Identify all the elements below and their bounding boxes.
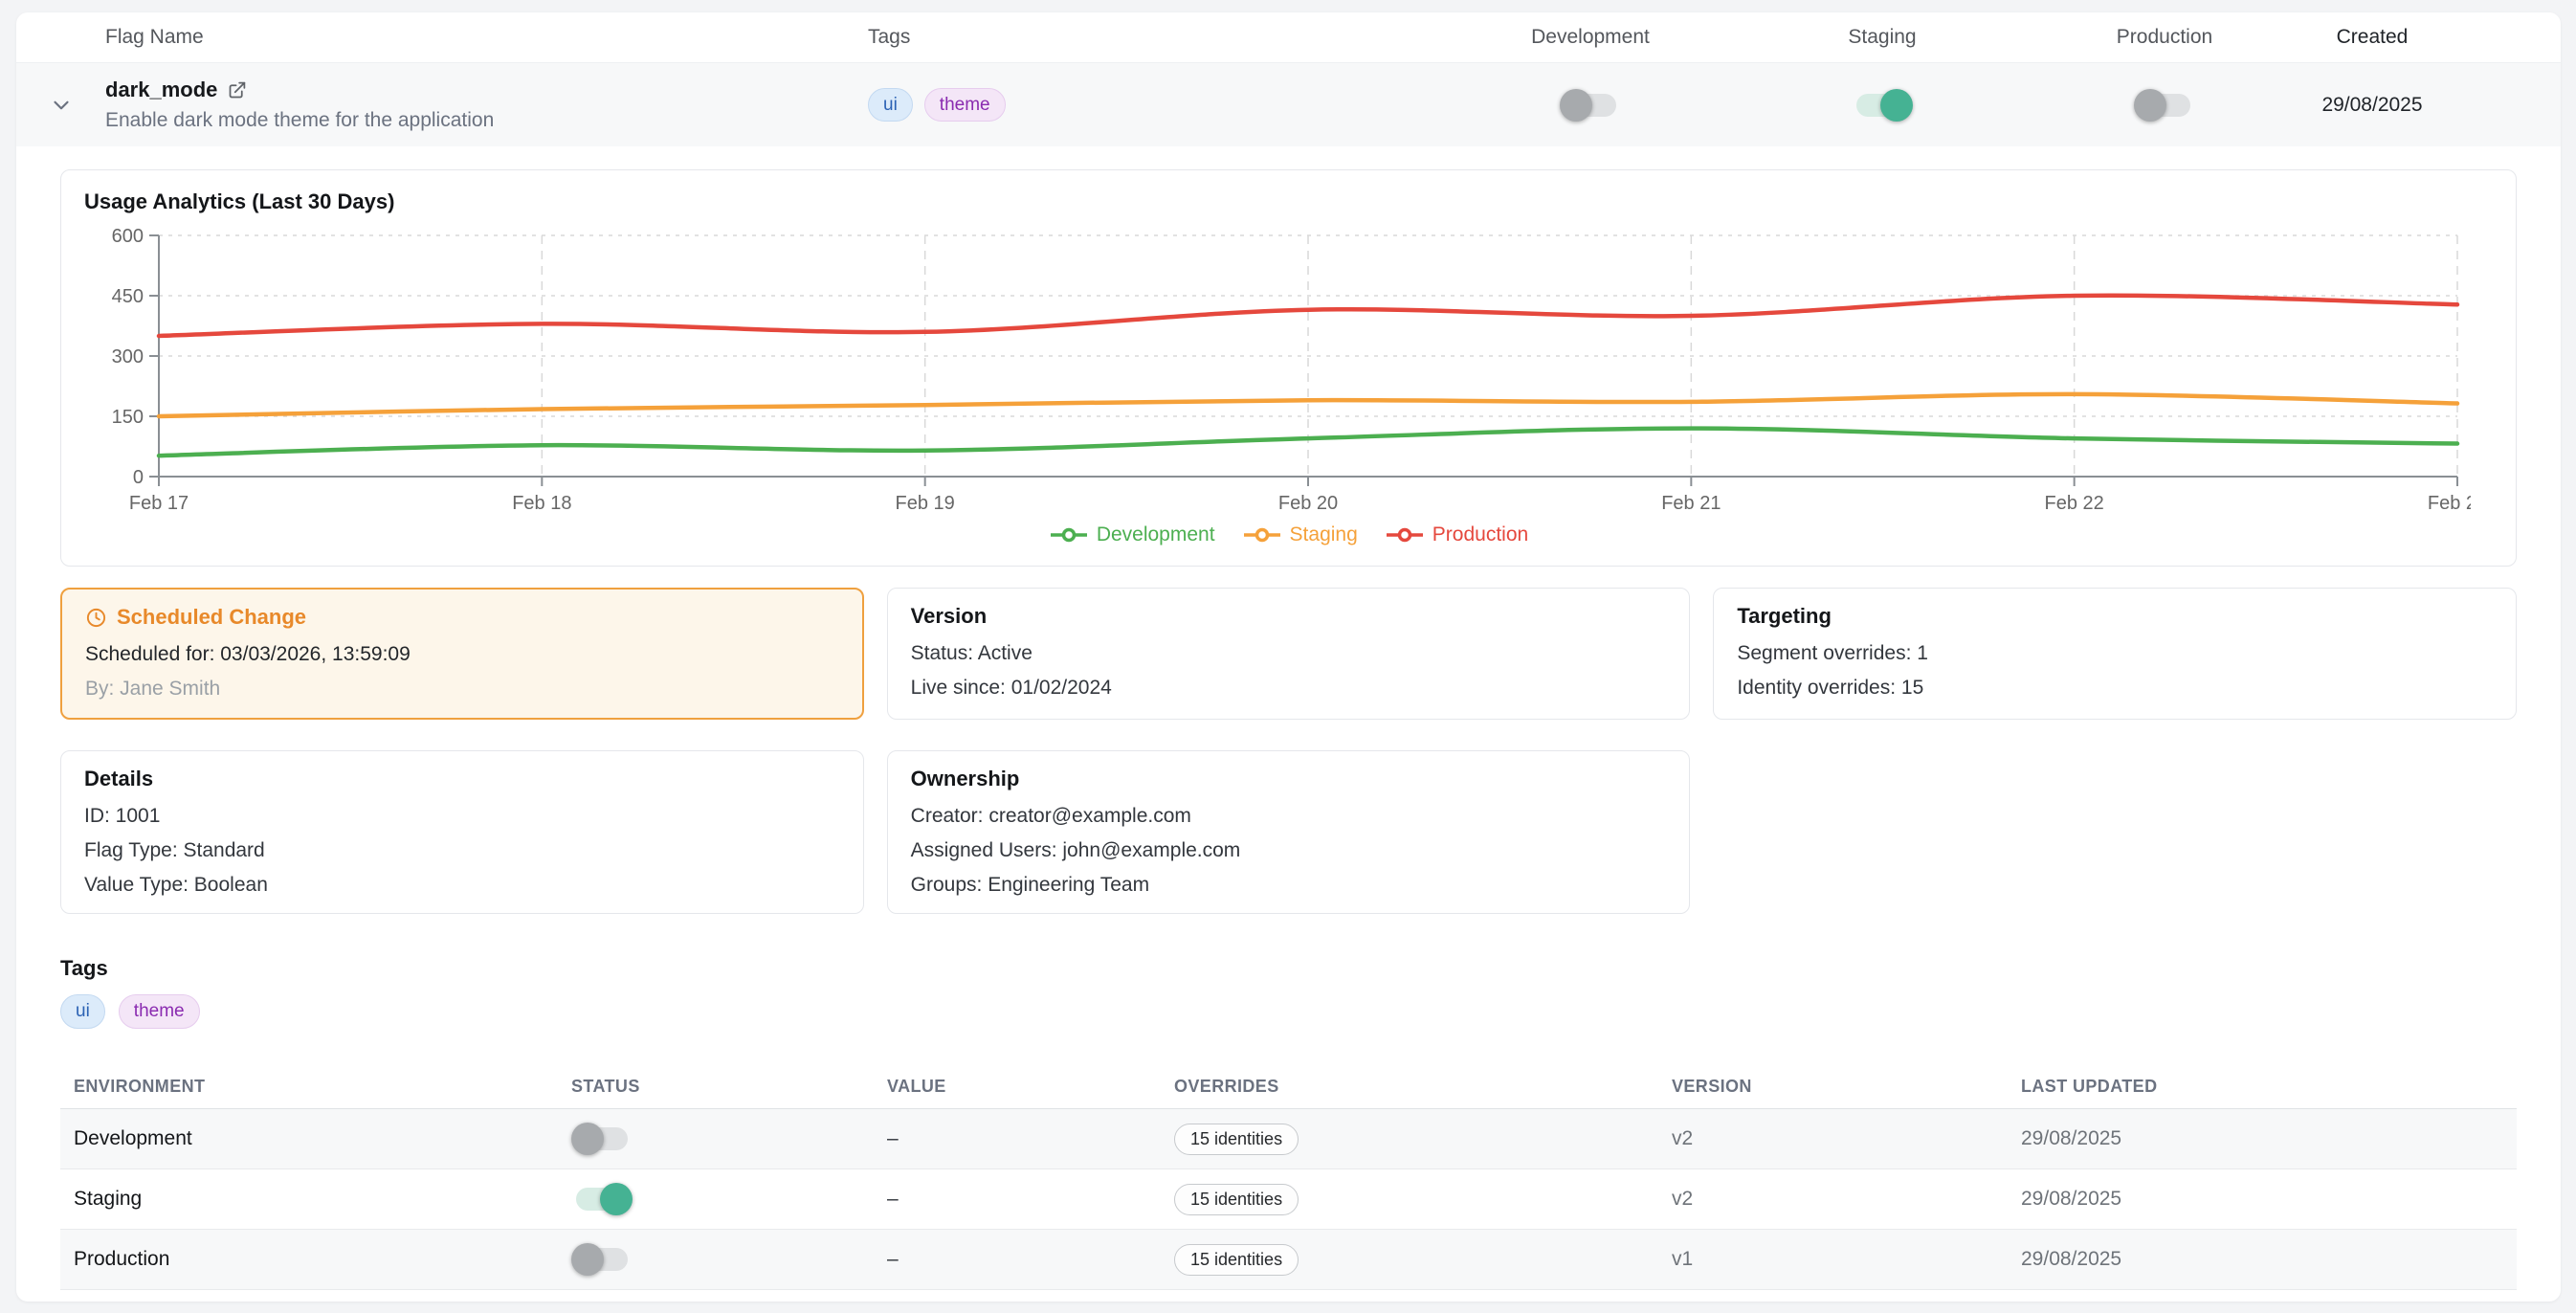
chart-legend: Development Staging Production [84, 518, 2493, 552]
svg-text:Feb 22: Feb 22 [2045, 493, 2104, 511]
version-status: Status: Active [911, 640, 1667, 666]
flag-list-header: Flag Name Tags Development Staging Produ… [16, 12, 2561, 62]
scheduled-for-text: Scheduled for: 03/03/2026, 13:59:09 [85, 641, 839, 667]
flag-row-dark-mode[interactable]: dark_mode Enable dark mode theme for the… [16, 62, 2561, 146]
table-row-staging: Staging – 15 identities v2 29/08/2025 [60, 1169, 2517, 1230]
col-value: VALUE [874, 1077, 1161, 1097]
header-flag-name: Flag Name [105, 26, 868, 49]
svg-text:Feb 20: Feb 20 [1278, 493, 1338, 511]
env-version: v2 [1658, 1127, 2008, 1150]
flag-created-date: 29/08/2025 [2298, 94, 2561, 117]
production-toggle[interactable] [2134, 88, 2195, 122]
svg-text:Feb 23: Feb 23 [2428, 493, 2471, 511]
flag-name: dark_mode [105, 78, 217, 102]
svg-text:0: 0 [133, 467, 144, 488]
flag-detail-panel: Flag Name Tags Development Staging Produ… [16, 12, 2561, 1302]
targeting-title: Targeting [1737, 604, 2493, 629]
environments-table-header: ENVIRONMENT STATUS VALUE OVERRIDES VERSI… [60, 1065, 2517, 1109]
segment-overrides: Segment overrides: 1 [1737, 640, 2493, 666]
col-environment: ENVIRONMENT [60, 1077, 558, 1097]
production-status-toggle[interactable] [571, 1242, 633, 1277]
tag-ui: ui [60, 994, 105, 1029]
usage-analytics-card: Usage Analytics (Last 30 Days) 0 150 300 45… [60, 169, 2517, 567]
env-last-updated: 29/08/2025 [2008, 1188, 2517, 1211]
flag-detail-expanded: Usage Analytics (Last 30 Days) 0 150 300 45… [16, 146, 2561, 1302]
details-flag-type: Flag Type: Standard [84, 837, 840, 863]
env-version: v1 [1658, 1248, 2008, 1271]
env-last-updated: 29/08/2025 [2008, 1248, 2517, 1271]
staging-status-toggle[interactable] [571, 1182, 633, 1216]
tag-theme: theme [119, 994, 200, 1029]
env-name: Development [60, 1127, 558, 1150]
legend-item-development[interactable]: Development [1049, 523, 1215, 546]
ownership-assigned-users: Assigned Users: john@example.com [911, 837, 1667, 863]
development-toggle[interactable] [1560, 88, 1621, 122]
header-development: Development [1447, 26, 1734, 49]
env-value: – [874, 1127, 1161, 1150]
flag-description: Enable dark mode theme for the applicati… [105, 109, 868, 132]
details-id: ID: 1001 [84, 803, 840, 829]
col-overrides: OVERRIDES [1161, 1077, 1658, 1097]
legend-item-staging[interactable]: Staging [1242, 523, 1358, 546]
col-status: STATUS [558, 1077, 874, 1097]
identities-badge[interactable]: 15 identities [1174, 1124, 1299, 1155]
identities-badge[interactable]: 15 identities [1174, 1184, 1299, 1215]
svg-text:450: 450 [112, 286, 144, 307]
env-version: v2 [1658, 1188, 2008, 1211]
details-title: Details [84, 767, 840, 791]
version-title: Version [911, 604, 1667, 629]
header-staging: Staging [1734, 26, 2031, 49]
svg-text:Feb 21: Feb 21 [1661, 493, 1721, 511]
svg-text:Feb 17: Feb 17 [129, 493, 189, 511]
env-value: – [874, 1188, 1161, 1211]
tags-section: Tags ui theme [60, 956, 2517, 1029]
svg-text:600: 600 [112, 226, 144, 247]
svg-text:300: 300 [112, 346, 144, 367]
ownership-title: Ownership [911, 767, 1667, 791]
details-value-type: Value Type: Boolean [84, 872, 840, 898]
clock-icon [85, 607, 107, 629]
svg-text:Feb 19: Feb 19 [896, 493, 955, 511]
version-live-since: Live since: 01/02/2024 [911, 675, 1667, 701]
header-production: Production [2031, 26, 2298, 49]
env-value: – [874, 1248, 1161, 1271]
env-name: Production [60, 1248, 558, 1271]
env-last-updated: 29/08/2025 [2008, 1127, 2517, 1150]
tag-ui: ui [868, 88, 913, 122]
chart-title: Usage Analytics (Last 30 Days) [84, 189, 2493, 214]
targeting-card: Targeting Segment overrides: 1 Identity … [1713, 588, 2517, 720]
identities-badge[interactable]: 15 identities [1174, 1244, 1299, 1276]
staging-toggle[interactable] [1852, 88, 1913, 122]
environments-table: ENVIRONMENT STATUS VALUE OVERRIDES VERSI… [60, 1065, 2517, 1290]
scheduled-change-title: Scheduled Change [117, 605, 306, 630]
legend-item-production[interactable]: Production [1385, 523, 1528, 546]
table-row-development: Development – 15 identities v2 29/08/202… [60, 1109, 2517, 1169]
env-name: Staging [60, 1188, 558, 1211]
col-last-updated: LAST UPDATED [2008, 1077, 2517, 1097]
tags-section-title: Tags [60, 956, 2517, 981]
col-version: VERSION [1658, 1077, 2008, 1097]
external-link-icon[interactable] [227, 80, 247, 100]
header-tags: Tags [868, 26, 1447, 49]
chevron-down-icon[interactable] [49, 93, 74, 118]
ownership-creator: Creator: creator@example.com [911, 803, 1667, 829]
table-row-production: Production – 15 identities v1 29/08/2025 [60, 1230, 2517, 1290]
identity-overrides: Identity overrides: 15 [1737, 675, 2493, 701]
svg-text:Feb 18: Feb 18 [512, 493, 571, 511]
svg-text:150: 150 [112, 407, 144, 428]
development-status-toggle[interactable] [571, 1122, 633, 1156]
version-card: Version Status: Active Live since: 01/02… [887, 588, 1691, 720]
scheduled-change-card: Scheduled Change Scheduled for: 03/03/20… [60, 588, 864, 720]
tag-theme: theme [924, 88, 1006, 122]
usage-analytics-chart: 0 150 300 450 600 Feb 17 Feb 18 Feb 19 Feb 20 Feb… [84, 224, 2471, 511]
scheduled-by-text: By: Jane Smith [85, 676, 839, 701]
ownership-card: Ownership Creator: creator@example.com A… [887, 750, 1691, 915]
ownership-groups: Groups: Engineering Team [911, 872, 1667, 898]
details-card: Details ID: 1001 Flag Type: Standard Val… [60, 750, 864, 915]
header-created: Created [2298, 26, 2561, 49]
